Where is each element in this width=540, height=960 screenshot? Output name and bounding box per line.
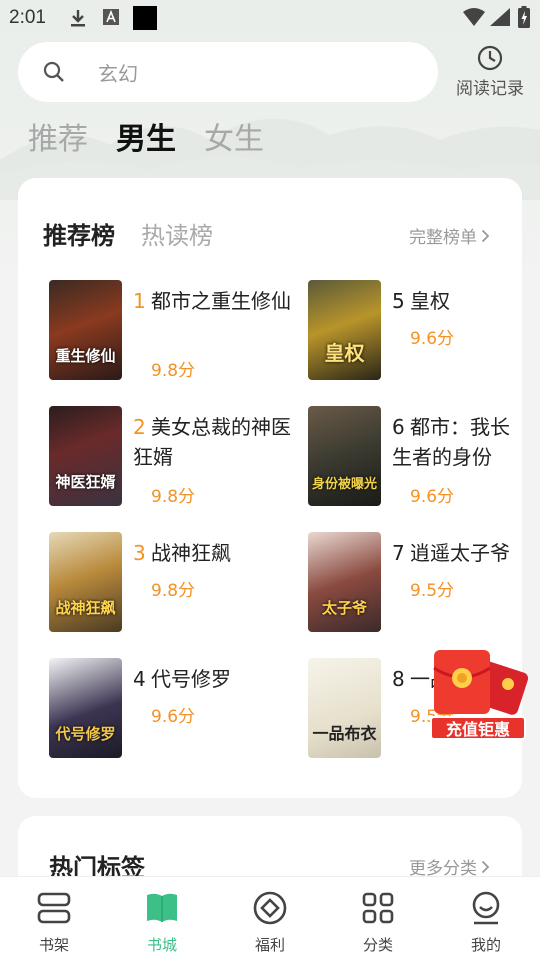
full-ranking-label: 完整榜单 bbox=[409, 228, 477, 248]
nav-bookshelf-label: 书架 bbox=[38, 936, 69, 954]
cover-text: 皇权 bbox=[324, 341, 365, 365]
book-title: 都市：我长生者的身份被… bbox=[392, 415, 510, 469]
book-cover: 皇权 bbox=[308, 280, 381, 380]
book-item[interactable]: 战神狂飙 3 战神狂飙 9.8分 bbox=[49, 532, 289, 632]
book-item[interactable]: 太子爷 7 逍遥太子爷 9.5分 bbox=[308, 532, 522, 632]
chevron-right-icon bbox=[481, 860, 490, 874]
category-icon bbox=[362, 892, 394, 924]
status-time: 2:01 bbox=[9, 7, 46, 28]
book-title: 美女总裁的神医狂婿 bbox=[133, 415, 291, 469]
search-placeholder: 玄幻 bbox=[98, 62, 138, 86]
nav-profile[interactable]: 我的 bbox=[432, 877, 540, 960]
book-item[interactable]: 皇权 5 皇权 9.6分 bbox=[308, 280, 522, 380]
book-title: 战神狂飙 bbox=[151, 541, 231, 565]
cover-text: 一品布衣 bbox=[312, 724, 377, 743]
rank-number: 2 bbox=[133, 415, 146, 439]
book-title: 都市之重生修仙 bbox=[151, 289, 291, 313]
search-icon bbox=[43, 61, 64, 82]
book-score: 9.8分 bbox=[151, 581, 196, 601]
book-title-block: 3 战神狂飙 bbox=[133, 538, 293, 568]
nav-welfare-label: 福利 bbox=[254, 936, 285, 954]
book-score: 9.8分 bbox=[151, 487, 196, 507]
book-score: 9.8分 bbox=[151, 361, 196, 381]
rank-number: 7 bbox=[392, 541, 405, 565]
book-cover: 太子爷 bbox=[308, 532, 381, 632]
nav-welfare[interactable]: 福利 bbox=[216, 877, 324, 960]
book-title-block: 4 代号修罗 bbox=[133, 664, 293, 694]
bookshelf-icon bbox=[37, 892, 71, 924]
tab-female[interactable]: 女生 bbox=[204, 118, 264, 164]
nav-category-label: 分类 bbox=[362, 936, 393, 954]
book-score: 9.6分 bbox=[410, 329, 455, 349]
book-score: 9.5分 bbox=[410, 581, 455, 601]
book-title-block: 5 皇权 bbox=[392, 286, 522, 316]
gender-tabs: 推荐 男生 女生 bbox=[28, 118, 264, 164]
book-title: 皇权 bbox=[410, 289, 450, 313]
rank-number: 6 bbox=[392, 415, 405, 439]
full-ranking-link[interactable]: 完整榜单 bbox=[409, 223, 490, 248]
nav-category[interactable]: 分类 bbox=[324, 877, 432, 960]
welfare-icon bbox=[253, 891, 287, 925]
book-item[interactable]: 神医狂婿 2 美女总裁的神医狂婿 9.8分 bbox=[49, 406, 291, 507]
book-cover: 一品布衣 bbox=[308, 658, 381, 758]
book-title: 逍遥太子爷 bbox=[410, 541, 510, 565]
reading-history-button[interactable]: 阅读记录 bbox=[448, 44, 532, 100]
battery-icon bbox=[518, 6, 530, 28]
clock-icon bbox=[477, 45, 503, 71]
rank-number: 3 bbox=[133, 541, 146, 565]
book-item[interactable]: 身份被曝光 6都市：我长生者的身份被… 9.6分 bbox=[308, 406, 522, 507]
rank-number: 8 bbox=[392, 667, 405, 691]
book-cover: 神医狂婿 bbox=[49, 406, 122, 506]
nav-book-store[interactable]: 书城 bbox=[108, 877, 216, 960]
book-cover: 身份被曝光 bbox=[308, 406, 381, 506]
cover-text: 代号修罗 bbox=[55, 725, 116, 743]
book-title-block: 7 逍遥太子爷 bbox=[392, 538, 522, 568]
tab-hot-read-list[interactable]: 热读榜 bbox=[141, 216, 213, 251]
recharge-promo-label: 充值钜惠 bbox=[430, 716, 526, 740]
book-score: 9.6分 bbox=[151, 707, 196, 727]
cover-text: 身份被曝光 bbox=[311, 477, 377, 492]
recharge-promo-badge[interactable]: 充值钜惠 bbox=[426, 646, 530, 746]
book-item[interactable]: 重生修仙 1 都市之重生修仙 9.8分 bbox=[49, 280, 291, 381]
book-title-block: 1 都市之重生修仙 bbox=[133, 286, 293, 316]
cover-text: 战神狂飙 bbox=[55, 599, 116, 617]
tab-recommend[interactable]: 推荐 bbox=[28, 118, 88, 164]
nav-profile-label: 我的 bbox=[470, 936, 501, 954]
rank-number: 5 bbox=[392, 289, 405, 313]
book-cover: 重生修仙 bbox=[49, 280, 122, 380]
rank-number: 1 bbox=[133, 289, 146, 313]
chevron-right-icon bbox=[481, 229, 490, 243]
keyboard-a-icon bbox=[103, 9, 119, 25]
wifi-icon bbox=[463, 8, 485, 26]
status-bar: 2:01 bbox=[0, 0, 540, 36]
profile-icon bbox=[472, 891, 500, 925]
rank-number: 4 bbox=[133, 667, 146, 691]
book-title-block: 2 美女总裁的神医狂婿 bbox=[133, 412, 293, 472]
reading-history-label: 阅读记录 bbox=[456, 79, 524, 99]
book-item[interactable]: 代号修罗 4 代号修罗 9.6分 bbox=[49, 658, 289, 758]
book-score: 9.6分 bbox=[410, 487, 455, 507]
download-icon bbox=[71, 10, 85, 27]
cover-text: 神医狂婿 bbox=[55, 473, 116, 491]
book-store-icon bbox=[147, 893, 177, 922]
search-bar[interactable]: 玄幻 bbox=[18, 42, 438, 102]
cover-text: 重生修仙 bbox=[55, 347, 116, 365]
notification-square-icon bbox=[133, 6, 157, 30]
cover-text: 太子爷 bbox=[321, 599, 367, 617]
nav-book-store-label: 书城 bbox=[146, 936, 177, 954]
red-envelope-icon bbox=[433, 650, 529, 715]
book-title-block: 6都市：我长生者的身份被… bbox=[392, 412, 522, 472]
book-cover: 代号修罗 bbox=[49, 658, 122, 758]
bottom-nav: 书架 书城 福利 分类 我的 bbox=[0, 876, 540, 960]
tab-male[interactable]: 男生 bbox=[116, 118, 176, 164]
book-cover: 战神狂飙 bbox=[49, 532, 122, 632]
book-title: 代号修罗 bbox=[151, 667, 231, 691]
tab-recommend-list[interactable]: 推荐榜 bbox=[43, 216, 115, 251]
nav-bookshelf[interactable]: 书架 bbox=[0, 877, 108, 960]
ranking-tabs: 推荐榜 热读榜 bbox=[43, 216, 213, 251]
signal-icon bbox=[490, 8, 510, 26]
